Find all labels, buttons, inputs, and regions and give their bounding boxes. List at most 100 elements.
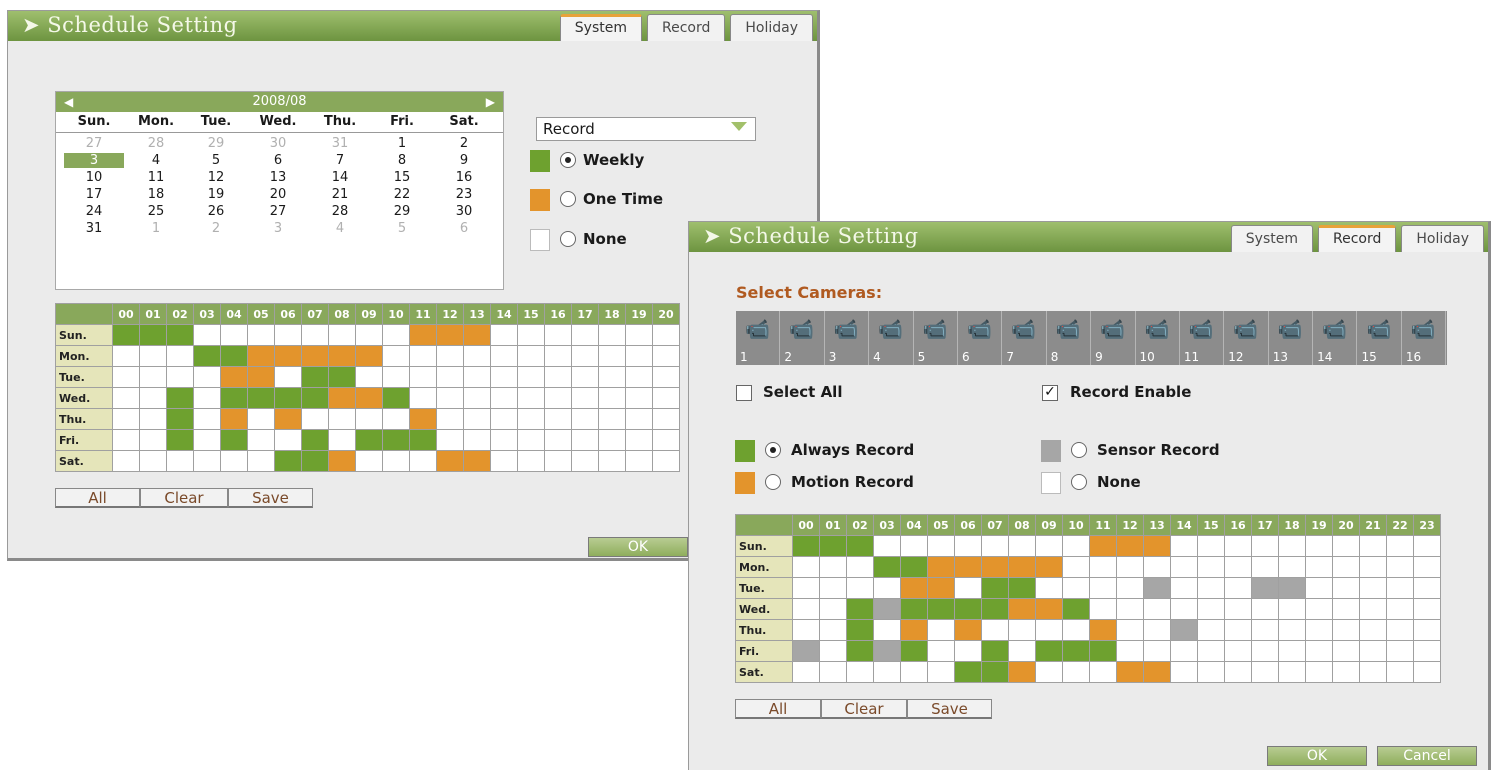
schedule-cell[interactable]: [1008, 640, 1036, 662]
schedule-cell[interactable]: [139, 408, 167, 430]
schedule-cell[interactable]: [846, 619, 874, 641]
schedule-cell[interactable]: [1278, 640, 1306, 662]
schedule-cell[interactable]: [409, 345, 437, 367]
calendar-day[interactable]: 17: [64, 187, 124, 202]
schedule-cell[interactable]: [1332, 640, 1360, 662]
schedule-cell[interactable]: [1305, 556, 1333, 578]
schedule-cell[interactable]: [873, 577, 901, 599]
schedule-cell[interactable]: [328, 408, 356, 430]
schedule-cell[interactable]: [1359, 619, 1387, 641]
schedule-cell[interactable]: [598, 429, 626, 451]
schedule-cell[interactable]: [1062, 556, 1090, 578]
schedule-cell[interactable]: [463, 345, 491, 367]
schedule-cell[interactable]: [1359, 556, 1387, 578]
schedule-cell[interactable]: [382, 408, 410, 430]
calendar-day[interactable]: 7: [310, 153, 370, 168]
schedule-cell[interactable]: [1359, 577, 1387, 599]
schedule-cell[interactable]: [1278, 598, 1306, 620]
schedule-cell[interactable]: [873, 661, 901, 683]
schedule-cell[interactable]: [490, 366, 518, 388]
calendar-day[interactable]: 20: [248, 187, 308, 202]
tab-record[interactable]: Record: [1318, 225, 1397, 252]
schedule-cell[interactable]: [409, 408, 437, 430]
schedule-cell[interactable]: [927, 556, 955, 578]
schedule-cell[interactable]: [517, 345, 545, 367]
schedule-cell[interactable]: [1251, 535, 1279, 557]
schedule-cell[interactable]: [1089, 598, 1117, 620]
schedule-cell[interactable]: [981, 577, 1009, 599]
camera-10[interactable]: 📹 10: [1136, 311, 1180, 365]
schedule-cell[interactable]: [571, 387, 599, 409]
schedule-cell[interactable]: [1116, 577, 1144, 599]
schedule-cell[interactable]: [301, 408, 329, 430]
schedule-cell[interactable]: [625, 345, 653, 367]
schedule-cell[interactable]: [1143, 640, 1171, 662]
schedule-cell[interactable]: [598, 324, 626, 346]
schedule-cell[interactable]: [166, 366, 194, 388]
schedule-cell[interactable]: [1143, 598, 1171, 620]
schedule-cell[interactable]: [301, 366, 329, 388]
schedule-cell[interactable]: [1278, 577, 1306, 599]
schedule-cell[interactable]: [1278, 556, 1306, 578]
schedule-cell[interactable]: [954, 661, 982, 683]
schedule-cell[interactable]: [490, 324, 518, 346]
schedule-cell[interactable]: [846, 535, 874, 557]
schedule-cell[interactable]: [463, 450, 491, 472]
schedule-cell[interactable]: [1035, 661, 1063, 683]
schedule-cell[interactable]: [1035, 598, 1063, 620]
schedule-cell[interactable]: [819, 598, 847, 620]
schedule-cell[interactable]: [1278, 661, 1306, 683]
schedule-cell[interactable]: [274, 408, 302, 430]
schedule-cell[interactable]: [301, 450, 329, 472]
schedule-cell[interactable]: [1386, 577, 1414, 599]
schedule-cell[interactable]: [1035, 556, 1063, 578]
calendar-day[interactable]: 25: [126, 204, 186, 219]
schedule-cell[interactable]: [1332, 577, 1360, 599]
schedule-cell[interactable]: [1305, 640, 1333, 662]
schedule-cell[interactable]: [463, 408, 491, 430]
schedule-cell[interactable]: [517, 450, 545, 472]
save-button[interactable]: Save: [228, 488, 313, 508]
schedule-cell[interactable]: [517, 366, 545, 388]
schedule-cell[interactable]: [1332, 535, 1360, 557]
schedule-cell[interactable]: [355, 345, 383, 367]
tab-system[interactable]: System: [559, 14, 642, 41]
tab-record[interactable]: Record: [647, 14, 726, 41]
camera-16[interactable]: 📹 16: [1402, 311, 1447, 365]
schedule-cell[interactable]: [436, 324, 464, 346]
schedule-cell[interactable]: [1332, 661, 1360, 683]
schedule-cell[interactable]: [1413, 661, 1441, 683]
schedule-cell[interactable]: [1008, 661, 1036, 683]
calendar-day[interactable]: 12: [186, 170, 246, 185]
schedule-cell[interactable]: [981, 640, 1009, 662]
schedule-cell[interactable]: [247, 366, 275, 388]
schedule-cell[interactable]: [652, 387, 680, 409]
schedule-cell[interactable]: [792, 598, 820, 620]
schedule-cell[interactable]: [328, 345, 356, 367]
schedule-cell[interactable]: [1305, 535, 1333, 557]
schedule-cell[interactable]: [954, 598, 982, 620]
calendar-day[interactable]: 1: [372, 136, 432, 151]
schedule-cell[interactable]: [900, 535, 928, 557]
schedule-cell[interactable]: [819, 619, 847, 641]
schedule-cell[interactable]: [1197, 598, 1225, 620]
schedule-cell[interactable]: [166, 450, 194, 472]
schedule-cell[interactable]: [247, 324, 275, 346]
schedule-cell[interactable]: [409, 366, 437, 388]
calendar-day[interactable]: 23: [434, 187, 494, 202]
schedule-cell[interactable]: [873, 556, 901, 578]
calendar-day[interactable]: 6: [434, 221, 494, 236]
calendar-day[interactable]: 18: [126, 187, 186, 202]
tab-holiday[interactable]: Holiday: [730, 14, 813, 41]
calendar-day[interactable]: 13: [248, 170, 308, 185]
schedule-cell[interactable]: [625, 366, 653, 388]
camera-4[interactable]: 📹 4: [869, 311, 914, 365]
schedule-cell[interactable]: [1170, 598, 1198, 620]
schedule-cell[interactable]: [490, 429, 518, 451]
calendar-day[interactable]: 15: [372, 170, 432, 185]
schedule-cell[interactable]: [1089, 619, 1117, 641]
schedule-cell[interactable]: [544, 387, 572, 409]
schedule-cell[interactable]: [819, 535, 847, 557]
schedule-cell[interactable]: [193, 408, 221, 430]
schedule-cell[interactable]: [598, 387, 626, 409]
